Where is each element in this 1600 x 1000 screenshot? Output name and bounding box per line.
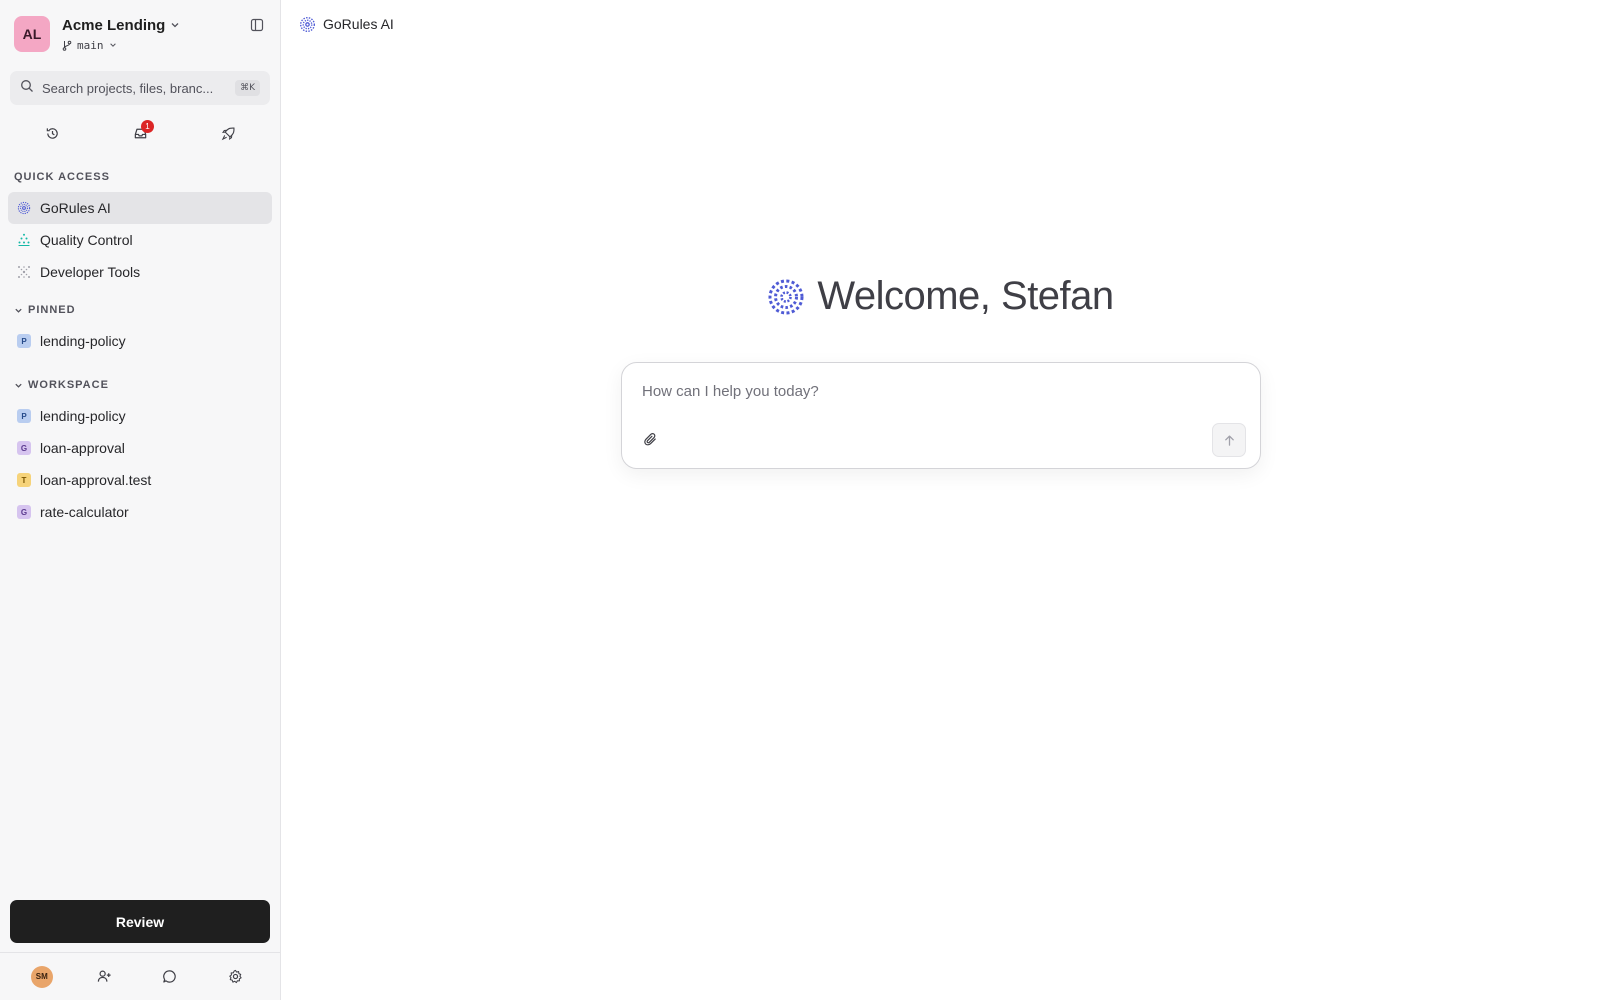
project-tag: P xyxy=(17,334,31,348)
user-avatar[interactable]: SM xyxy=(30,965,53,988)
project-tag: P xyxy=(17,409,31,423)
nav-item-label: Developer Tools xyxy=(40,264,141,280)
org-name[interactable]: Acme Lending xyxy=(62,17,180,34)
gear-icon xyxy=(229,969,242,984)
welcome-text: Welcome, Stefan xyxy=(817,274,1114,318)
quality-control-icon xyxy=(17,233,31,247)
paperclip-icon xyxy=(643,432,656,445)
nav-item-gorules-ai[interactable]: GoRules AI xyxy=(8,192,272,224)
history-icon xyxy=(46,127,58,139)
nav-item-loan-approval[interactable]: G loan-approval xyxy=(8,432,272,464)
search-input[interactable] xyxy=(42,80,236,96)
nav-item-label: loan-approval xyxy=(40,440,125,456)
search-bar[interactable]: ⌘K xyxy=(10,71,270,105)
settings-button[interactable] xyxy=(221,963,249,991)
send-button[interactable] xyxy=(1212,423,1246,457)
org-name-label: Acme Lending xyxy=(62,16,166,34)
chevron-down-icon xyxy=(14,306,23,315)
gorules-ai-icon xyxy=(299,16,316,33)
nav-item-label: GoRules AI xyxy=(40,200,111,216)
git-branch-icon xyxy=(62,40,72,51)
workspace-header[interactable]: WORKSPACE xyxy=(0,375,280,395)
org-switcher[interactable]: AL Acme Lending main xyxy=(0,0,280,68)
nav-item-quality-control[interactable]: Quality Control xyxy=(8,224,272,256)
nav-item-label: lending-policy xyxy=(40,408,126,424)
workspace-label: WORKSPACE xyxy=(28,379,109,391)
nav-item-label: rate-calculator xyxy=(40,504,129,520)
nav-item-lending-policy[interactable]: P lending-policy xyxy=(8,400,272,432)
search-shortcut: ⌘K xyxy=(235,80,260,96)
main-content: GoRules AI Welcome, Stefan xyxy=(281,0,1600,1000)
graph-tag: G xyxy=(17,441,31,455)
nav-item-developer-tools[interactable]: Developer Tools xyxy=(8,256,272,288)
developer-tools-icon xyxy=(17,265,31,279)
nav-item-label: loan-approval.test xyxy=(40,472,152,488)
gorules-ai-logo-icon xyxy=(767,278,805,316)
inbox-badge: 1 xyxy=(141,120,154,133)
branch-name: main xyxy=(77,38,104,52)
chevron-down-icon xyxy=(170,20,180,30)
invite-user-button[interactable] xyxy=(90,963,118,991)
search-icon xyxy=(20,79,34,98)
topbar: GoRules AI xyxy=(281,0,1600,48)
user-plus-icon xyxy=(97,970,111,982)
quick-access-label: QUICK ACCESS xyxy=(14,171,110,183)
nav-item-label: Quality Control xyxy=(40,232,133,248)
arrow-up-icon xyxy=(1224,434,1234,446)
rocket-icon xyxy=(221,126,235,140)
pinned-header[interactable]: PINNED xyxy=(0,300,280,320)
message-circle-icon xyxy=(163,970,176,983)
graph-tag: G xyxy=(17,505,31,519)
sidebar-footer: SM xyxy=(0,952,280,1000)
sidebar-toggle-icon xyxy=(250,18,264,32)
sidebar-collapse-button[interactable] xyxy=(248,16,266,34)
pinned-label: PINNED xyxy=(28,304,76,316)
org-info: Acme Lending main xyxy=(62,17,180,52)
chat-button[interactable] xyxy=(156,963,184,991)
nav-item-label: lending-policy xyxy=(40,333,126,349)
deploy-button[interactable] xyxy=(212,117,244,149)
branch-selector[interactable]: main xyxy=(62,39,180,52)
app-root: AL Acme Lending main Search projects, fi… xyxy=(0,0,1600,1000)
chevron-down-icon xyxy=(109,41,117,49)
nav-item-loan-approval-test[interactable]: T loan-approval.test xyxy=(8,464,272,496)
history-button[interactable] xyxy=(36,117,68,149)
org-avatar[interactable]: AL xyxy=(14,16,50,52)
test-tag: T xyxy=(17,473,31,487)
chat-composer xyxy=(621,362,1261,469)
gorules-ai-icon xyxy=(17,201,31,215)
nav-item-pinned-lending-policy[interactable]: P lending-policy xyxy=(8,325,272,357)
quick-access-header: QUICK ACCESS xyxy=(0,167,280,187)
sidebar: AL Acme Lending main Search projects, fi… xyxy=(0,0,281,1000)
prompt-input[interactable] xyxy=(642,383,1240,407)
nav-item-rate-calculator[interactable]: G rate-calculator xyxy=(8,496,272,528)
chevron-down-icon xyxy=(14,381,23,390)
attach-button[interactable] xyxy=(640,429,660,449)
page-title: GoRules AI xyxy=(323,16,394,32)
inbox-button[interactable]: 1 xyxy=(124,117,156,149)
welcome-heading: Welcome, Stefan xyxy=(281,274,1600,319)
quick-icons-bar: 1 xyxy=(0,105,280,161)
review-button[interactable]: Review xyxy=(10,900,270,943)
